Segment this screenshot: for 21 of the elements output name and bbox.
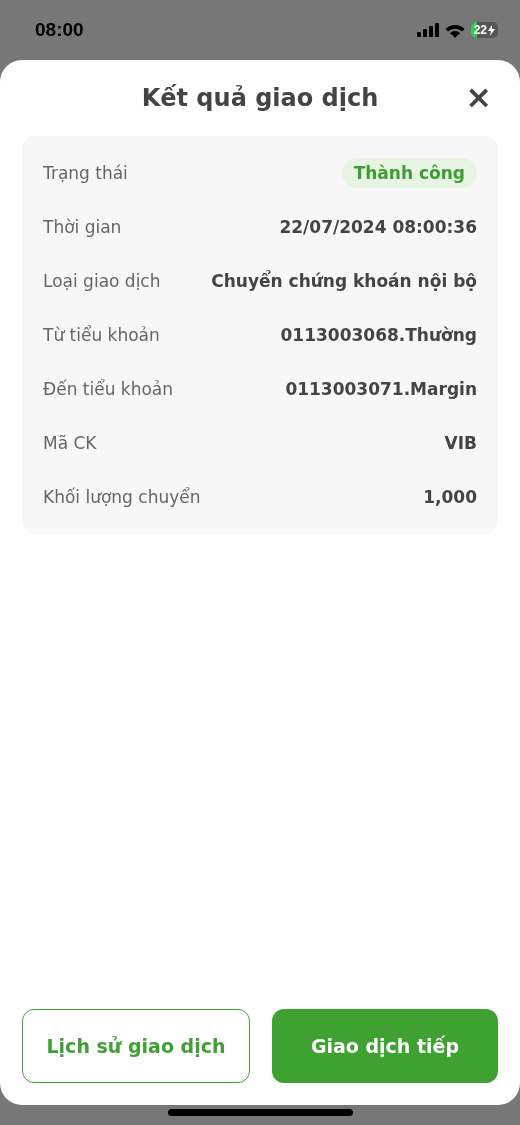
close-button[interactable]: × (463, 82, 494, 112)
detail-value: 0113003071.Margin (285, 379, 477, 399)
detail-value: 1,000 (423, 487, 477, 507)
signal-icon (416, 23, 439, 37)
detail-value: 22/07/2024 08:00:36 (279, 217, 477, 237)
continue-button[interactable]: Giao dịch tiếp (272, 1009, 498, 1083)
sheet-title: Kết quả giao dịch (141, 84, 379, 112)
detail-label: Mã CK (43, 433, 97, 453)
history-button[interactable]: Lịch sử giao dịch (22, 1009, 250, 1083)
detail-value: 0113003068.Thường (280, 325, 477, 345)
clock-time: 08:00 (35, 19, 84, 41)
detail-label: Từ tiểu khoản (43, 325, 160, 345)
detail-label: Thời gian (43, 217, 122, 237)
status-badge: Thành công (341, 158, 477, 188)
wifi-icon (444, 22, 465, 38)
detail-label: Khối lượng chuyển (43, 487, 201, 507)
detail-label: Đến tiểu khoản (43, 379, 174, 399)
detail-label: Loại giao dịch (43, 271, 161, 291)
detail-value: VIB (444, 433, 477, 453)
detail-value: Chuyển chứng khoán nội bộ (211, 271, 477, 291)
detail-label: Trạng thái (43, 163, 128, 183)
